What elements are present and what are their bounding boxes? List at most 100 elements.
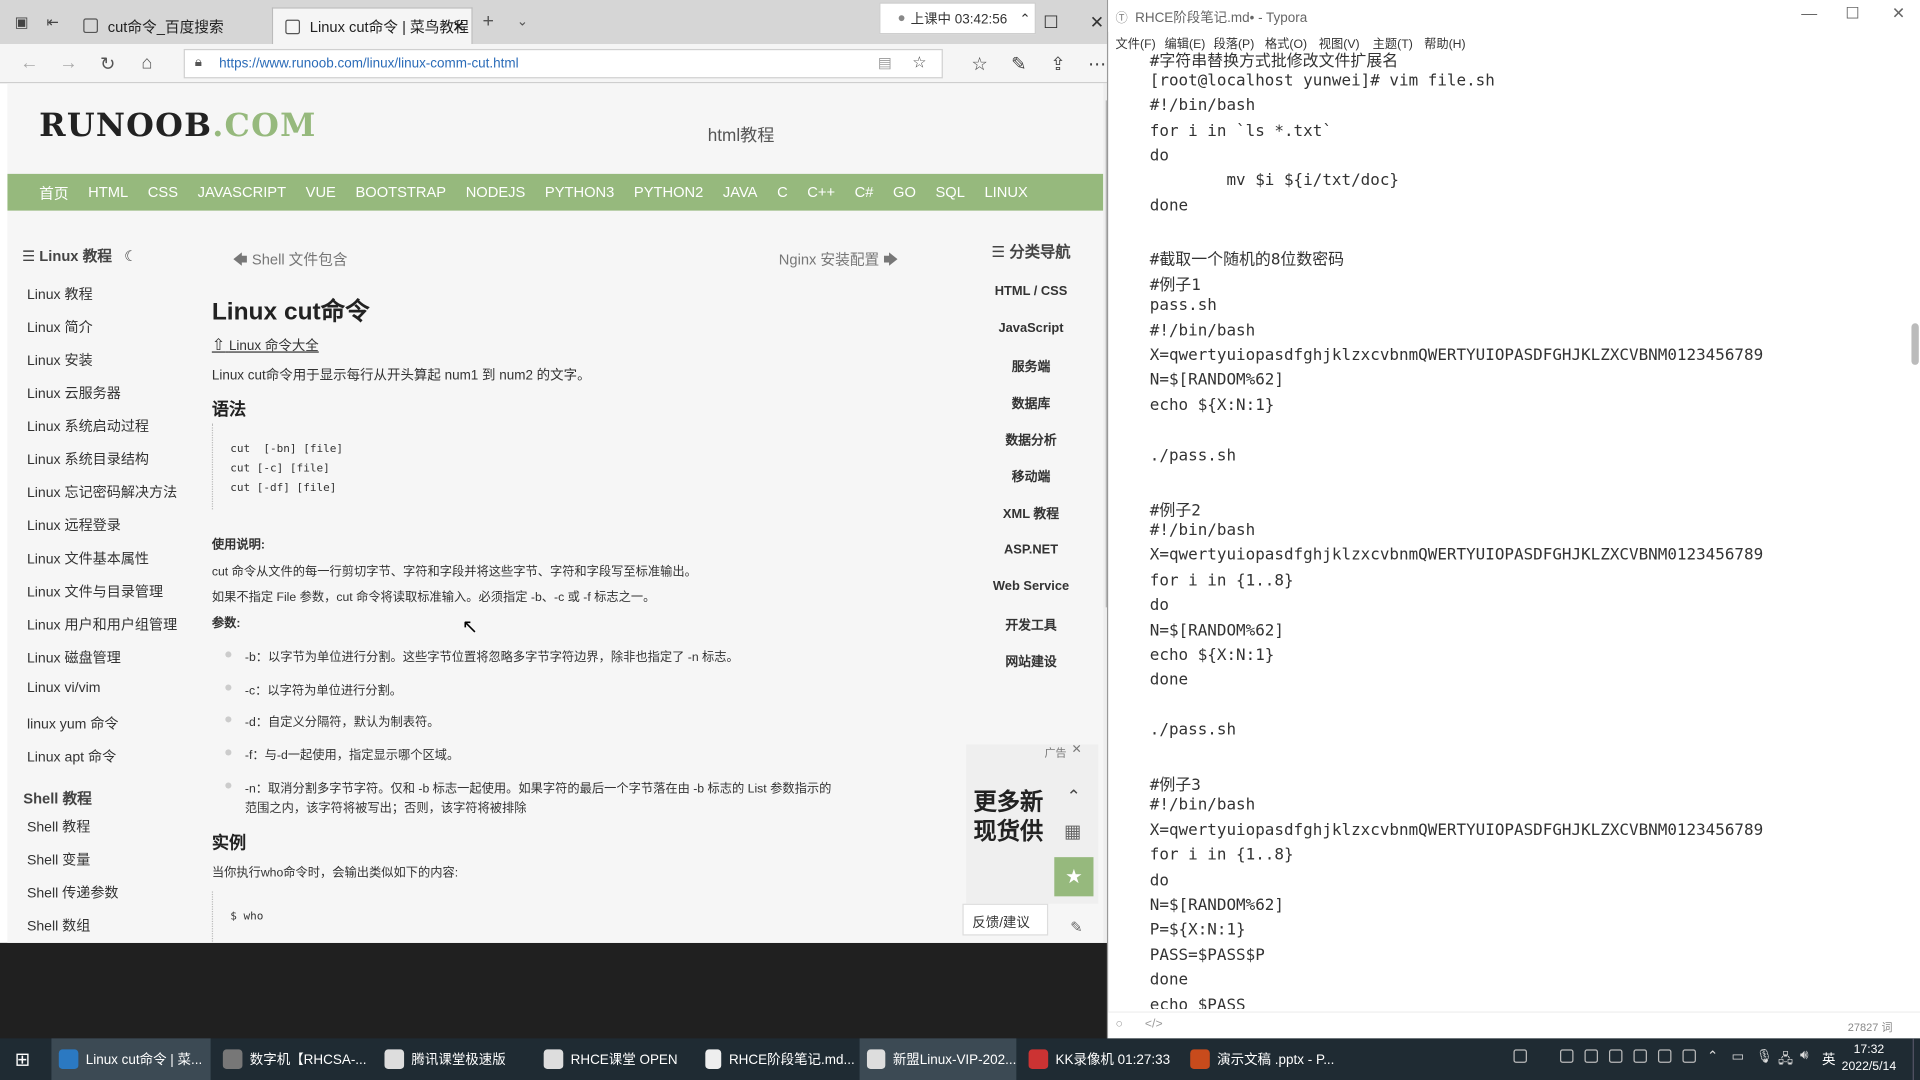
ime-indicator[interactable]: 英	[1822, 1049, 1835, 1069]
sidebar-item[interactable]: Linux 系统启动过程	[27, 416, 149, 436]
editor-area[interactable]: #字符串替换方式批修改文件扩展名 [root@localhost yunwei]…	[1108, 47, 1911, 1009]
taskbar-item[interactable]: KK录像机 01:27:33	[1021, 1038, 1178, 1080]
taskbar-item[interactable]: 新盟Linux-VIP-202...	[859, 1038, 1017, 1080]
nav-item[interactable]: C	[777, 184, 788, 201]
windows-start-icon[interactable]: ⊞	[15, 1048, 30, 1070]
chevron-down-icon[interactable]: ⌄	[517, 13, 528, 30]
sidebar-item[interactable]: Linux 文件与目录管理	[27, 582, 163, 602]
word-count[interactable]: 27827 词	[1848, 1019, 1893, 1035]
sidebar-item[interactable]: Linux vi/vim	[27, 681, 101, 696]
nav-item[interactable]: 首页	[39, 182, 68, 203]
microphone-icon[interactable]: 🎙︎	[1756, 1048, 1773, 1064]
sidebar-item[interactable]: linux yum 命令	[27, 714, 119, 734]
sidebar-item[interactable]: Linux 教程	[27, 284, 93, 304]
tray-icon[interactable]	[1608, 1049, 1623, 1063]
category-item[interactable]: HTML / CSS	[962, 284, 1099, 299]
sidebar-item[interactable]: Shell 传递参数	[27, 883, 119, 903]
ad-box[interactable]: 广告 ✕ 更多新 现货供 ⌃ ▦ ★	[966, 743, 1099, 904]
nav-item[interactable]: LINUX	[984, 184, 1027, 201]
nav-item[interactable]: BOOTSTRAP	[355, 184, 446, 201]
sidebar-item[interactable]: Linux 简介	[27, 317, 93, 337]
star-button[interactable]: ★	[1054, 857, 1094, 897]
favorite-star-icon[interactable]: ☆	[912, 53, 926, 73]
tab-runoob[interactable]: Linux cut命令 | 菜鸟教程 ✕	[271, 7, 473, 45]
maximize-icon[interactable]: ☐	[1043, 12, 1058, 33]
sidebar-item[interactable]: Linux 云服务器	[27, 383, 121, 403]
editor-scrollbar-thumb[interactable]	[1911, 323, 1919, 365]
chevron-up-icon[interactable]: ⌃	[1707, 1048, 1718, 1064]
category-item[interactable]: Web Service	[962, 579, 1099, 594]
url-field[interactable]: 🔒︎ https://www.runoob.com/linux/linux-co…	[183, 48, 943, 79]
category-item[interactable]: ASP.NET	[962, 542, 1099, 557]
volume-icon[interactable]: 🔊︎	[1800, 1048, 1808, 1064]
tray-icon[interactable]	[1584, 1049, 1598, 1063]
prev-link[interactable]: 🡄 Shell 文件包含	[233, 249, 348, 275]
tray-icon[interactable]	[1633, 1049, 1647, 1063]
sidebar-item[interactable]: Linux 远程登录	[27, 516, 121, 536]
refresh-icon[interactable]: ↻	[96, 53, 120, 75]
nav-item[interactable]: GO	[893, 184, 916, 201]
category-item[interactable]: JavaScript	[962, 321, 1099, 336]
battery-icon[interactable]: ▭	[1731, 1048, 1744, 1064]
outline-toggle-icon[interactable]: ○	[1116, 1018, 1123, 1031]
home-icon[interactable]: ⌂	[135, 53, 159, 74]
sidebar-item[interactable]: Linux 用户和用户组管理	[27, 615, 177, 635]
forward-icon[interactable]: →	[56, 53, 80, 74]
sidebar-item[interactable]: Linux 系统目录结构	[27, 449, 149, 469]
sidebar-item[interactable]: Shell 数组	[27, 916, 90, 936]
show-desktop-button[interactable]	[1912, 1038, 1918, 1080]
nav-item[interactable]: C#	[855, 184, 874, 201]
tab-baidu[interactable]: cut命令_百度搜索	[71, 7, 267, 44]
close-window-icon[interactable]: ✕	[1892, 4, 1905, 24]
sidebar-item[interactable]: Shell 教程	[27, 817, 90, 837]
share-icon[interactable]: ⇪	[1046, 53, 1070, 75]
site-logo[interactable]: RUNOOB.COM	[39, 108, 316, 145]
category-item[interactable]: XML 教程	[962, 504, 1099, 522]
nav-item[interactable]: PYTHON3	[545, 184, 614, 201]
moon-icon[interactable]: ☾	[124, 247, 137, 264]
taskbar-item[interactable]: RHCE课堂 OPEN	[536, 1038, 693, 1080]
tray-icon[interactable]	[1657, 1049, 1672, 1063]
more-icon[interactable]: ⋯	[1085, 53, 1109, 75]
taskbar-item[interactable]: 演示文稿 .pptx - P...	[1183, 1038, 1340, 1080]
nav-item[interactable]: SQL	[935, 184, 964, 201]
tray-icon[interactable]	[1560, 1049, 1574, 1063]
category-item[interactable]: 服务端	[962, 358, 1099, 376]
system-clock[interactable]: 17:32 2022/5/14	[1842, 1042, 1896, 1076]
pen-icon[interactable]: ✎	[1007, 53, 1031, 75]
chat-icon[interactable]	[1513, 1049, 1527, 1063]
sidebar-item[interactable]: Linux apt 命令	[27, 747, 116, 767]
category-item[interactable]: 数据库	[962, 394, 1099, 412]
taskbar-item[interactable]: RHCE阶段笔记.md...	[698, 1038, 855, 1080]
edit-icon[interactable]: ✎	[1070, 918, 1082, 935]
nav-item[interactable]: JAVA	[723, 184, 758, 201]
favorites-icon[interactable]: ☆	[967, 53, 991, 75]
close-ad-icon[interactable]: ✕	[1071, 743, 1081, 756]
sidebar-item[interactable]: Linux 文件基本属性	[27, 549, 149, 569]
reading-view-icon[interactable]: ▤	[878, 54, 892, 71]
next-link[interactable]: Nginx 安装配置 🡆	[779, 249, 899, 275]
category-item[interactable]: 网站建设	[962, 653, 1099, 671]
taskbar-item[interactable]: Linux cut命令 | 菜...	[51, 1038, 211, 1080]
nav-item[interactable]: PYTHON2	[634, 184, 703, 201]
chevron-up-icon[interactable]: ⌃	[1067, 786, 1081, 807]
category-item[interactable]: 移动端	[962, 468, 1099, 486]
tab-actions-icon[interactable]: ▣	[15, 13, 29, 30]
qr-code-icon[interactable]: ▦	[1064, 820, 1081, 843]
category-item[interactable]: 开发工具	[962, 616, 1099, 634]
tab-aside-icon[interactable]: ⇤	[47, 13, 59, 30]
sidebar-item[interactable]: Linux 忘记密码解决方法	[27, 482, 177, 502]
tray-icon[interactable]	[1682, 1049, 1696, 1063]
nav-item[interactable]: VUE	[306, 184, 336, 201]
network-icon[interactable]: 🖧︎	[1778, 1048, 1793, 1071]
nav-item[interactable]: C++	[807, 184, 835, 201]
nav-item[interactable]: CSS	[148, 184, 178, 201]
taskbar-item[interactable]: 腾讯课堂极速版	[377, 1038, 534, 1080]
new-tab-icon[interactable]: +	[482, 11, 493, 33]
maximize-icon[interactable]: ☐	[1845, 4, 1859, 24]
sidebar-item[interactable]: Shell 变量	[27, 850, 90, 870]
sidebar-item[interactable]: Linux 安装	[27, 350, 93, 370]
chevron-up-icon[interactable]: ⌃	[1019, 10, 1030, 27]
back-icon[interactable]: ←	[17, 53, 41, 74]
source-mode-icon[interactable]: </>	[1145, 1018, 1163, 1031]
